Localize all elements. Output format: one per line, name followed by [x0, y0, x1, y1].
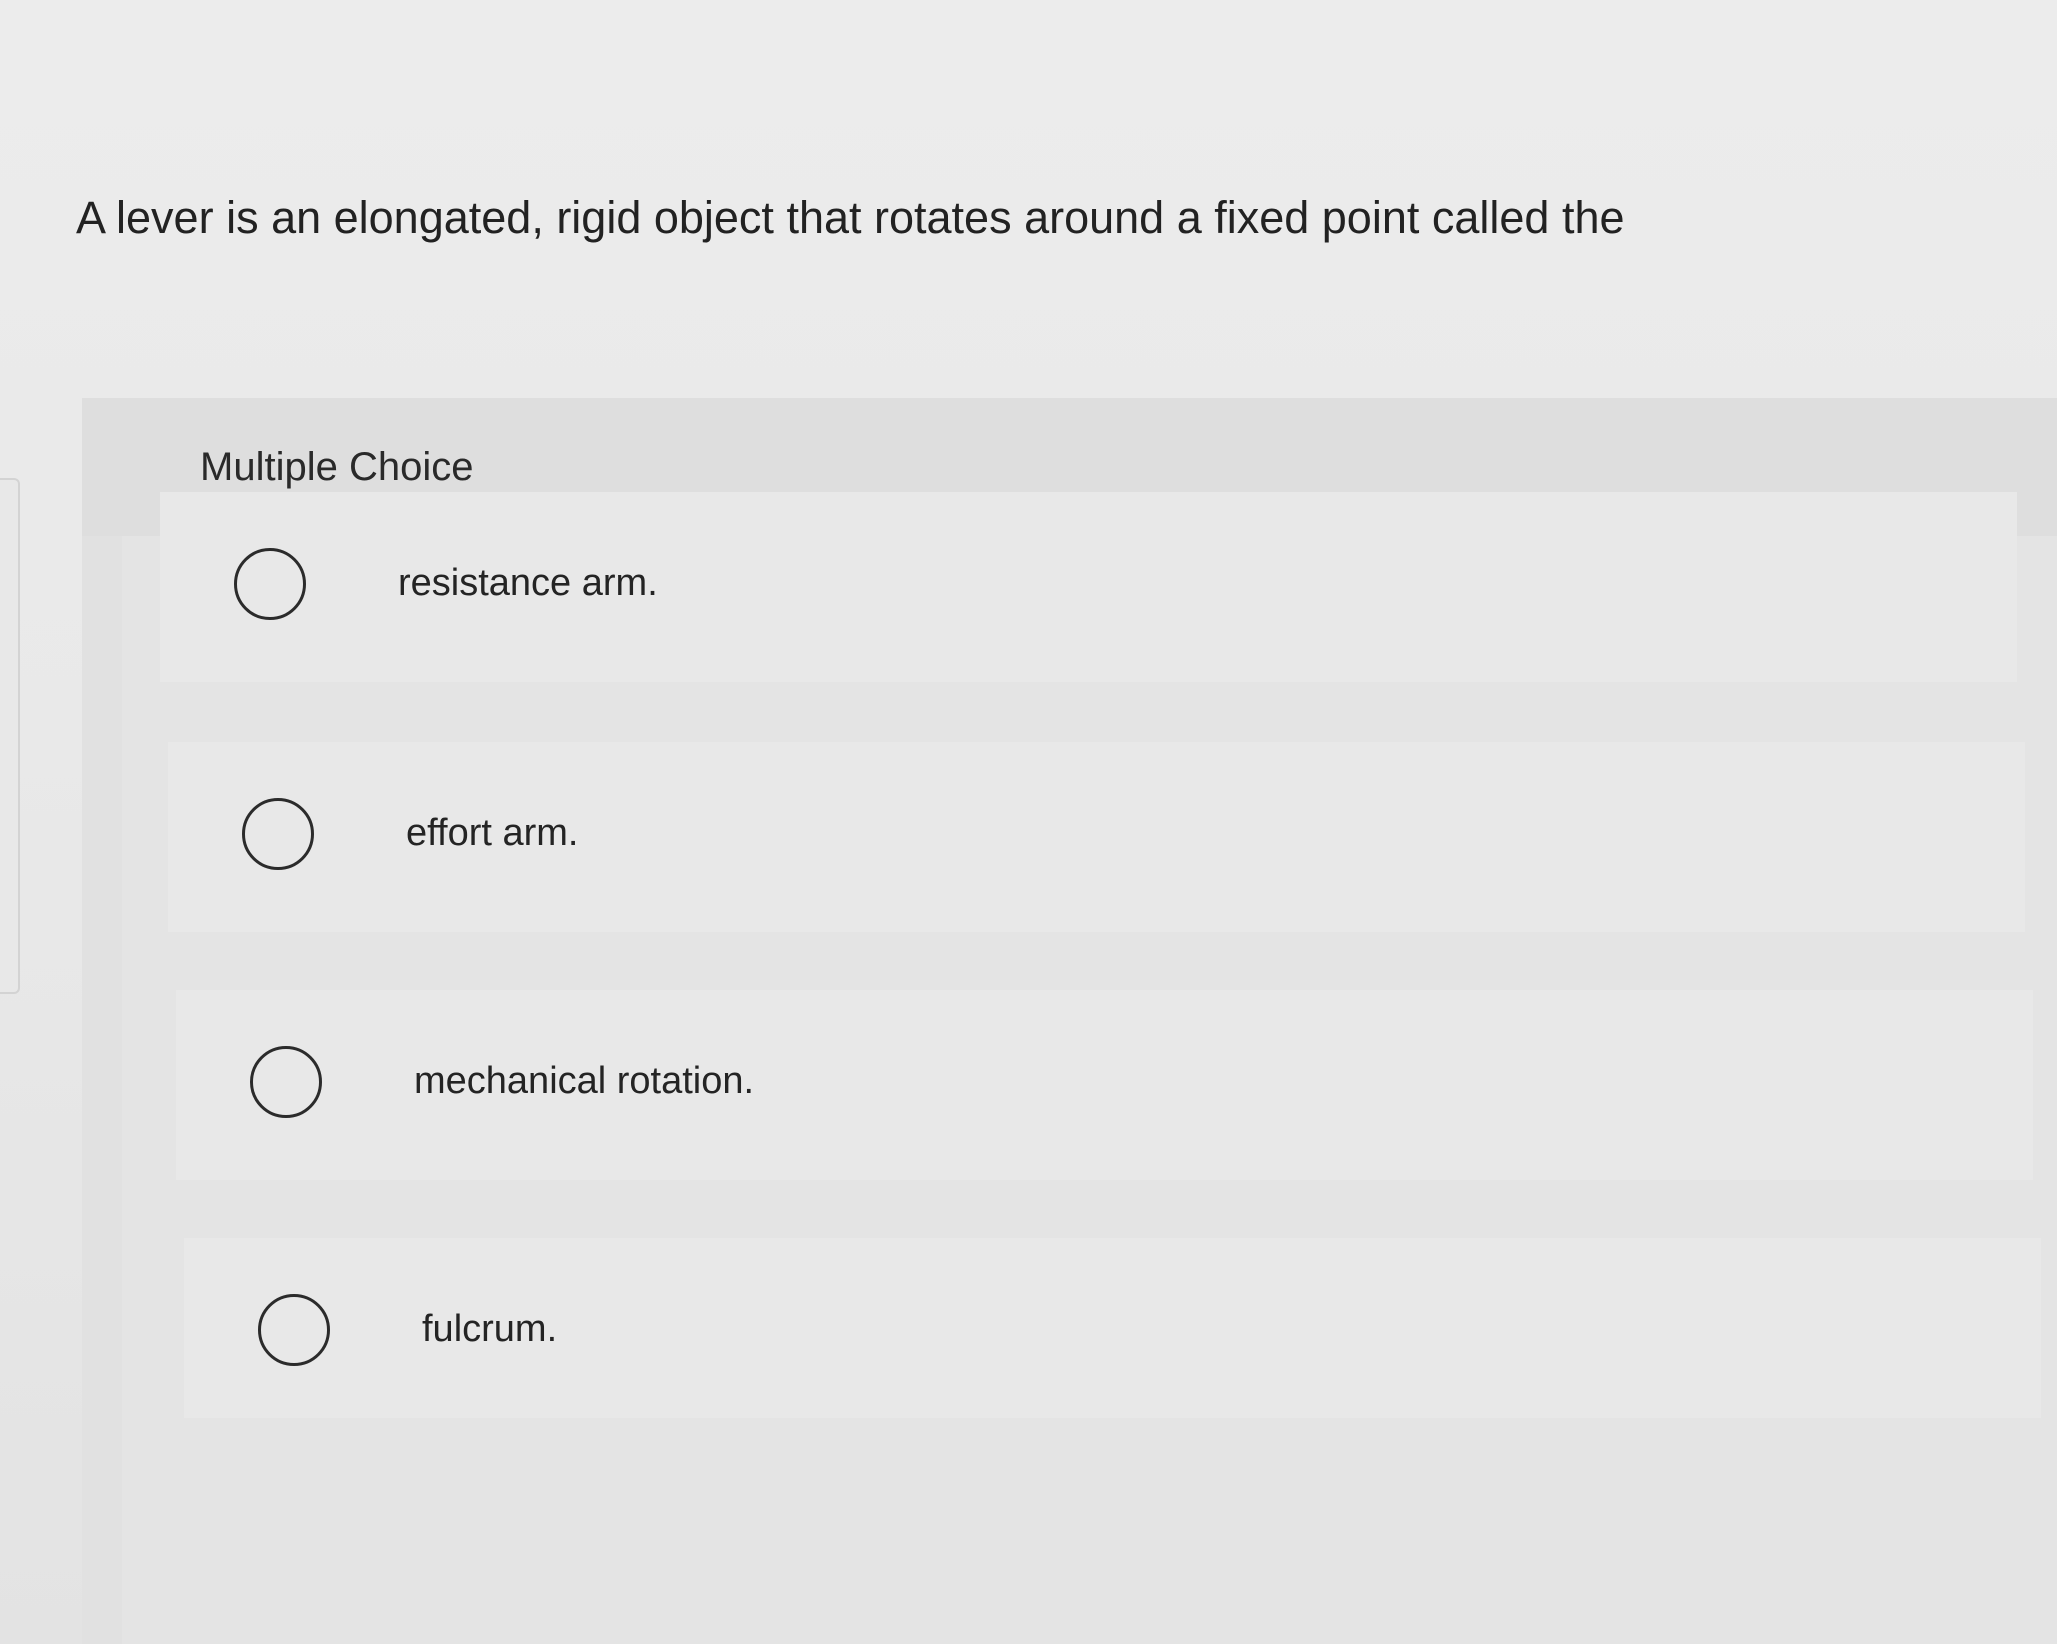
radio-button-icon[interactable] — [234, 548, 306, 620]
option-fulcrum[interactable]: fulcrum. — [184, 1238, 2041, 1418]
option-resistance-arm[interactable]: resistance arm. — [160, 492, 2017, 682]
option-label: mechanical rotation. — [414, 1060, 755, 1102]
option-label: effort arm. — [406, 812, 579, 854]
page: A lever is an elongated, rigid object th… — [0, 0, 2057, 1644]
left-edge-scrollbar[interactable] — [0, 478, 20, 994]
multiple-choice-label: Multiple Choice — [200, 445, 474, 489]
option-label: fulcrum. — [422, 1308, 558, 1350]
radio-button-icon[interactable] — [250, 1046, 322, 1118]
question-text: A lever is an elongated, rigid object th… — [76, 192, 1625, 243]
option-label: resistance arm. — [398, 562, 658, 604]
radio-button-icon[interactable] — [258, 1294, 330, 1366]
option-mechanical-rotation[interactable]: mechanical rotation. — [176, 990, 2033, 1180]
option-effort-arm[interactable]: effort arm. — [168, 742, 2025, 932]
radio-button-icon[interactable] — [242, 798, 314, 870]
